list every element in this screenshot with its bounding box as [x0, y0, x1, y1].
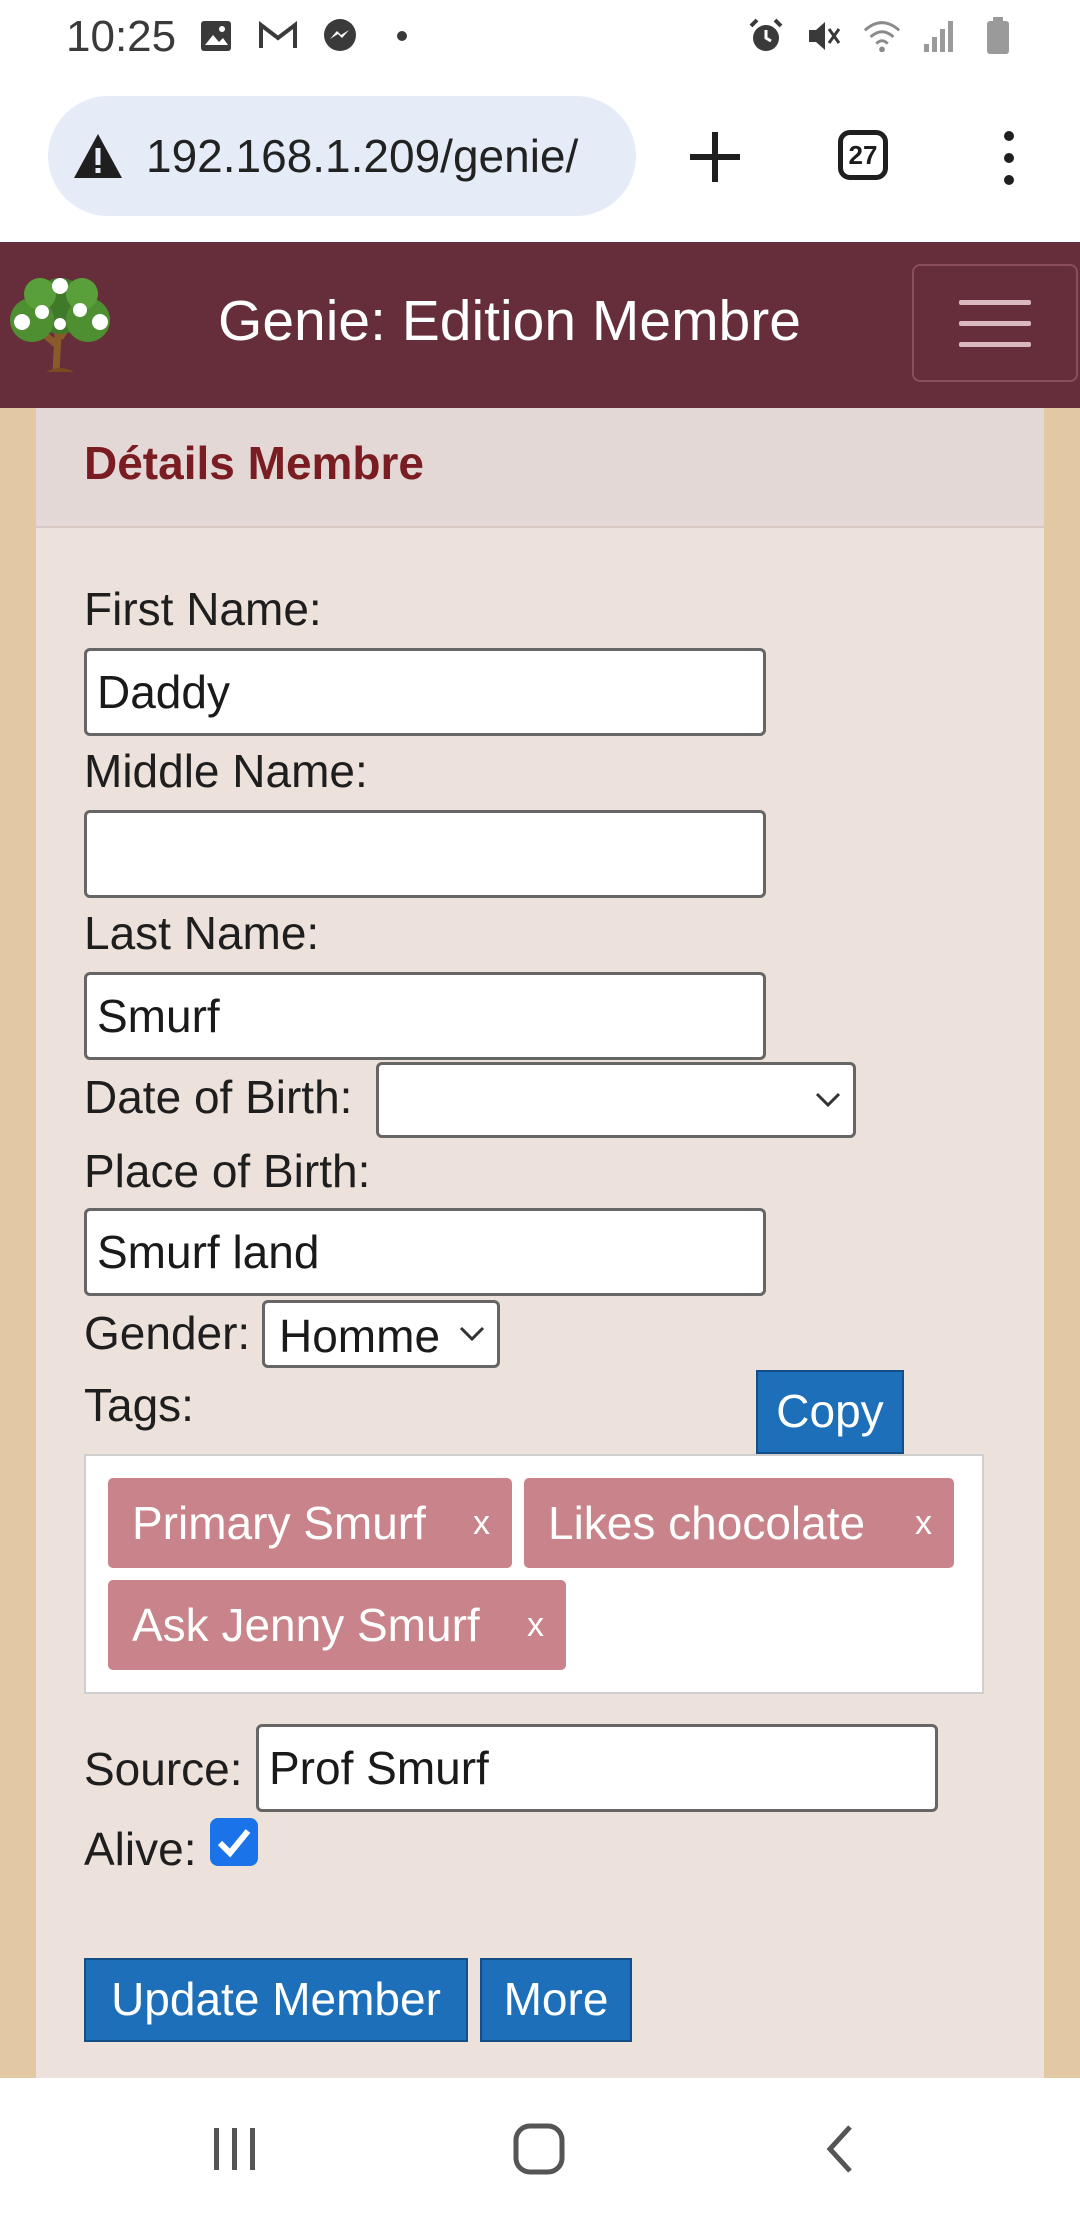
first-name-label: First Name:: [84, 583, 322, 635]
tags-label: Tags:: [84, 1379, 194, 1431]
messenger-icon: [320, 16, 360, 56]
source-label: Source:: [84, 1743, 243, 1795]
last-name-input[interactable]: Smurf: [84, 972, 766, 1060]
pob-input[interactable]: Smurf land: [84, 1208, 766, 1296]
tag-remove-button[interactable]: x: [527, 1580, 544, 1670]
image-icon: [196, 16, 236, 56]
member-details-card: Détails Membre First Name: Daddy Middle …: [36, 408, 1044, 2078]
warning-icon[interactable]: [70, 128, 126, 184]
middle-name-input[interactable]: [84, 810, 766, 898]
system-navigation-bar: [0, 2078, 1080, 2220]
tag-label: Likes chocolate: [548, 1497, 866, 1549]
tag-remove-button[interactable]: x: [473, 1478, 490, 1568]
notification-icons: [196, 16, 422, 56]
alive-label: Alive:: [84, 1823, 197, 1875]
browser-menu-icon[interactable]: [994, 128, 1024, 188]
recent-apps-icon[interactable]: [210, 2124, 260, 2179]
menu-bar-icon: [959, 341, 1031, 347]
last-name-label: Last Name:: [84, 907, 320, 959]
hamburger-menu-button[interactable]: [912, 264, 1078, 382]
tab-switcher-button[interactable]: 27: [838, 130, 888, 180]
pob-label: Place of Birth:: [84, 1145, 371, 1197]
signal-icon: [920, 16, 960, 56]
checkmark-icon: [217, 1829, 251, 1858]
gender-value: Homme: [279, 1310, 441, 1362]
page-title: Genie: Edition Membre: [218, 289, 801, 353]
dob-label: Date of Birth:: [84, 1071, 353, 1123]
menu-bar-icon: [959, 299, 1031, 305]
menu-bar-icon: [959, 320, 1031, 326]
new-tab-button[interactable]: [680, 122, 750, 192]
tag-chip[interactable]: Ask Jenny Smurf x: [108, 1580, 566, 1670]
card-title: Détails Membre: [84, 437, 425, 489]
more-button[interactable]: More: [480, 1958, 632, 2042]
system-icons: [746, 16, 1018, 56]
address-bar[interactable]: 192.168.1.209/genie/: [48, 96, 636, 216]
tag-chip[interactable]: Likes chocolate x: [524, 1478, 954, 1568]
dob-select[interactable]: [376, 1062, 856, 1138]
tree-logo-icon[interactable]: [0, 268, 122, 376]
wifi-icon: [862, 16, 902, 56]
tag-label: Ask Jenny Smurf: [132, 1599, 480, 1651]
tag-remove-button[interactable]: x: [915, 1478, 932, 1568]
source-input[interactable]: Prof Smurf: [256, 1724, 938, 1812]
card-header: Détails Membre: [36, 408, 1044, 528]
tag-label: Primary Smurf: [132, 1497, 426, 1549]
url-text[interactable]: 192.168.1.209/genie/: [146, 129, 578, 183]
update-member-button[interactable]: Update Member: [84, 1958, 468, 2042]
chevron-down-icon: [459, 1326, 485, 1342]
status-bar: 10:25: [0, 0, 1080, 78]
home-icon[interactable]: [512, 2122, 566, 2181]
first-name-input[interactable]: Daddy: [84, 648, 766, 736]
gmail-icon: [258, 16, 298, 56]
dot-icon: [382, 16, 422, 56]
battery-icon: [978, 16, 1018, 56]
copy-button[interactable]: Copy: [756, 1370, 904, 1454]
gender-select[interactable]: Homme: [262, 1300, 500, 1368]
tags-container[interactable]: Primary Smurf x Likes chocolate x Ask Je…: [84, 1454, 984, 1694]
alarm-icon: [746, 16, 786, 56]
mute-icon: [804, 16, 844, 56]
tag-chip[interactable]: Primary Smurf x: [108, 1478, 512, 1568]
back-icon[interactable]: [820, 2122, 860, 2181]
browser-toolbar: 192.168.1.209/genie/ 27: [0, 78, 1080, 244]
chevron-down-icon: [815, 1092, 841, 1108]
status-time: 10:25: [66, 12, 177, 61]
app-header: Genie: Edition Membre: [0, 242, 1080, 408]
gender-label: Gender:: [84, 1307, 251, 1359]
middle-name-label: Middle Name:: [84, 745, 368, 797]
alive-checkbox[interactable]: [210, 1818, 258, 1866]
